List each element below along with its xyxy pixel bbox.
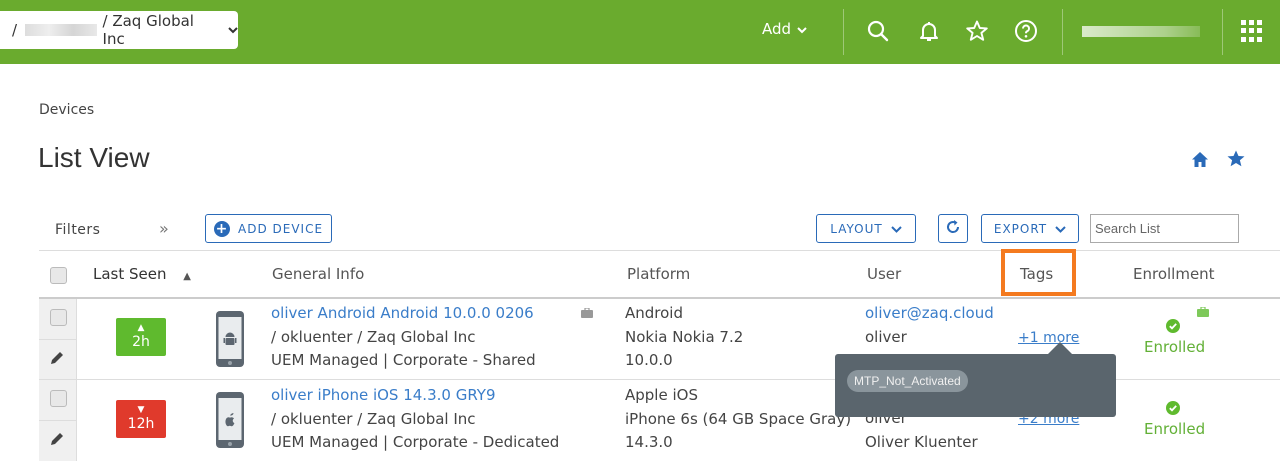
breadcrumb[interactable]: Devices <box>39 102 94 118</box>
notifications-bell-icon[interactable] <box>917 19 941 43</box>
tooltip-arrow <box>1048 342 1072 354</box>
device-org-path: / okluenter / Zaq Global Inc <box>271 409 476 428</box>
android-phone-icon <box>215 310 245 368</box>
row-checkbox[interactable] <box>50 390 67 407</box>
user-name: oliver <box>865 327 907 346</box>
sort-ascending-icon: ▲ <box>183 271 191 282</box>
bookmark-star-icon[interactable] <box>1226 149 1246 169</box>
device-name-link[interactable]: oliver iPhone iOS 14.3.0 GRY9 <box>271 384 559 408</box>
enrollment-status: Enrolled <box>1144 420 1206 438</box>
edit-pencil-icon[interactable] <box>48 349 66 367</box>
add-device-button[interactable]: + ADD DEVICE <box>205 214 332 243</box>
org-prefix: / <box>12 21 18 39</box>
column-header-enrollment[interactable]: Enrollment <box>1133 265 1215 283</box>
favorites-star-icon[interactable] <box>965 19 989 43</box>
divider <box>39 420 77 421</box>
organization-switcher[interactable]: / / Zaq Global Inc <box>0 11 238 49</box>
redacted-org-segment <box>25 24 97 36</box>
tags-column-highlight <box>1001 249 1076 296</box>
platform-name: Android <box>625 304 683 322</box>
edit-pencil-icon[interactable] <box>48 430 66 448</box>
layout-label: LAYOUT <box>830 221 883 236</box>
device-user-info: oliver@zaq.cloud oliver <box>865 302 994 349</box>
search-list-input[interactable] <box>1090 214 1239 243</box>
chevron-down-icon <box>891 222 902 236</box>
column-header-platform[interactable]: Platform <box>627 265 690 283</box>
column-header-label: Last Seen <box>93 265 167 283</box>
page-title: List View <box>38 142 150 173</box>
device-platform-info: Android Nokia Nokia 7.2 10.0.0 <box>625 302 743 373</box>
check-circle-icon <box>1166 319 1180 333</box>
layout-button[interactable]: LAYOUT <box>816 214 916 243</box>
device-general-info: oliver Android Android 10.0.0 0206 / okl… <box>271 302 536 373</box>
add-menu-button[interactable]: Add <box>762 20 807 38</box>
expand-filters-icon[interactable]: » <box>159 219 169 238</box>
device-model: iPhone 6s (64 GB Space Gray) <box>625 409 852 428</box>
last-seen-badge: ▲ 2h <box>116 318 166 356</box>
refresh-button[interactable] <box>938 214 968 243</box>
device-org-path: / okluenter / Zaq Global Inc <box>271 327 476 346</box>
row-gutter <box>39 299 77 379</box>
divider <box>1222 9 1223 55</box>
column-header-last-seen[interactable]: Last Seen ▲ <box>93 265 191 283</box>
briefcase-icon <box>581 306 593 318</box>
search-icon[interactable] <box>866 19 890 43</box>
select-all-checkbox[interactable] <box>50 267 67 284</box>
divider <box>843 9 844 55</box>
divider <box>39 339 77 340</box>
last-seen-value: 2h <box>132 333 150 350</box>
account-menu[interactable] <box>1082 26 1200 37</box>
table-header-row: Last Seen ▲ General Info Platform User T… <box>39 251 1280 298</box>
column-header-general-info[interactable]: General Info <box>272 265 364 283</box>
org-name: / Zaq Global Inc <box>102 12 194 48</box>
chevron-down-icon <box>1055 222 1066 236</box>
os-version: 14.3.0 <box>625 433 673 451</box>
arrow-down-icon: ▼ <box>137 404 145 415</box>
enrollment-status: Enrolled <box>1144 338 1206 356</box>
row-checkbox[interactable] <box>50 309 67 326</box>
app-launcher-grid-icon[interactable] <box>1241 20 1263 42</box>
user-name: Oliver Kluenter <box>865 432 978 451</box>
help-icon[interactable] <box>1014 19 1038 43</box>
add-device-label: ADD DEVICE <box>238 221 324 236</box>
column-header-user[interactable]: User <box>867 265 901 283</box>
filters-label: Filters <box>55 222 101 238</box>
top-bar: / / Zaq Global Inc Add <box>0 0 1280 64</box>
plus-circle-icon: + <box>214 220 230 237</box>
platform-name: Apple iOS <box>625 386 698 404</box>
device-model: Nokia Nokia 7.2 <box>625 327 744 346</box>
row-gutter <box>39 380 77 461</box>
arrow-up-icon: ▲ <box>137 322 145 333</box>
divider <box>1062 9 1063 55</box>
user-email-link[interactable]: oliver@zaq.cloud <box>865 302 994 326</box>
chevron-down-icon <box>228 24 238 37</box>
device-management: UEM Managed | Corporate - Dedicated <box>271 433 560 451</box>
chevron-down-icon <box>797 20 807 38</box>
device-name-link[interactable]: oliver Android Android 10.0.0 0206 <box>271 302 536 326</box>
os-version: 10.0.0 <box>625 351 673 369</box>
export-label: EXPORT <box>993 221 1048 236</box>
check-circle-icon <box>1166 401 1180 415</box>
add-menu-label: Add <box>762 20 792 38</box>
device-platform-info: Apple iOS iPhone 6s (64 GB Space Gray) 1… <box>625 384 851 455</box>
refresh-icon <box>945 219 961 238</box>
last-seen-value: 12h <box>127 415 155 432</box>
home-icon[interactable] <box>1190 150 1210 170</box>
tag-chip: MTP_Not_Activated <box>847 370 968 392</box>
device-general-info: oliver iPhone iOS 14.3.0 GRY9 / okluente… <box>271 384 559 455</box>
last-seen-badge: ▼ 12h <box>116 400 166 438</box>
export-button[interactable]: EXPORT <box>981 214 1079 243</box>
briefcase-icon <box>1197 305 1209 317</box>
device-management: UEM Managed | Corporate - Shared <box>271 351 536 369</box>
apple-phone-icon <box>215 391 245 449</box>
